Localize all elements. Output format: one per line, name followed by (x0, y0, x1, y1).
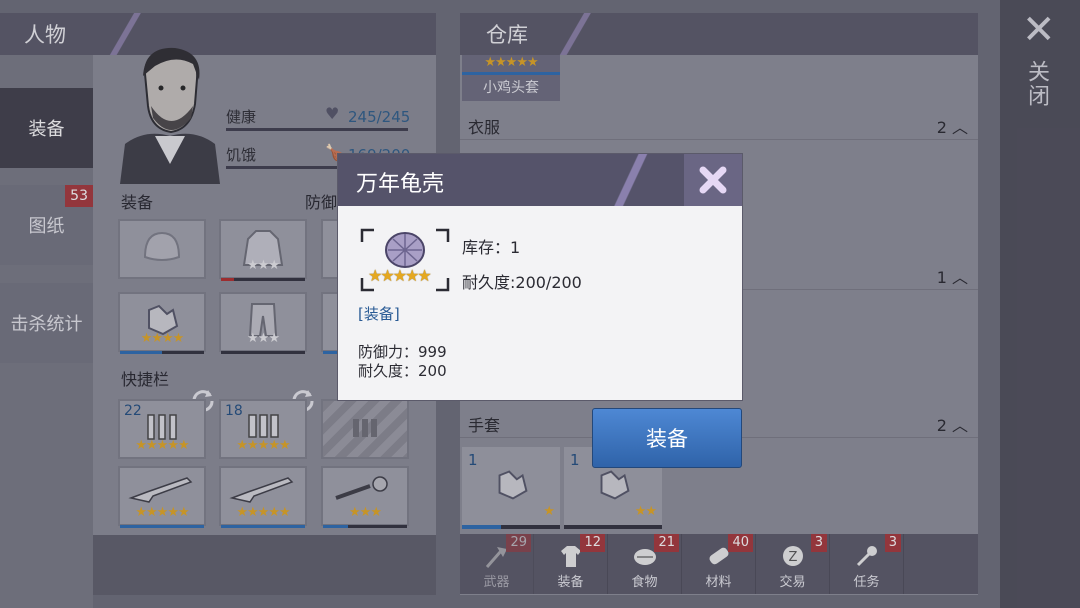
item-type-tag: [装备] (358, 305, 400, 323)
star-rating: ★★★★★ (368, 266, 432, 285)
defense-stat: 防御力：999 (358, 343, 447, 361)
popup-header: 万年龟壳 (338, 154, 742, 206)
stock-text: 库存：1 (462, 238, 521, 257)
durability-stat: 耐久度：200 (358, 362, 447, 380)
popup-title: 万年龟壳 (356, 172, 445, 197)
item-detail-popup: 万年龟壳 ★★★★★ 库存：1 耐久度:200/200 [装备] 防御力：999… (338, 154, 742, 400)
header-decoration (582, 154, 682, 206)
durability-ratio-text: 耐久度:200/200 (462, 273, 582, 292)
close-icon (699, 166, 727, 194)
equip-button[interactable]: 装备 (592, 408, 742, 468)
popup-close-button[interactable] (684, 154, 742, 206)
